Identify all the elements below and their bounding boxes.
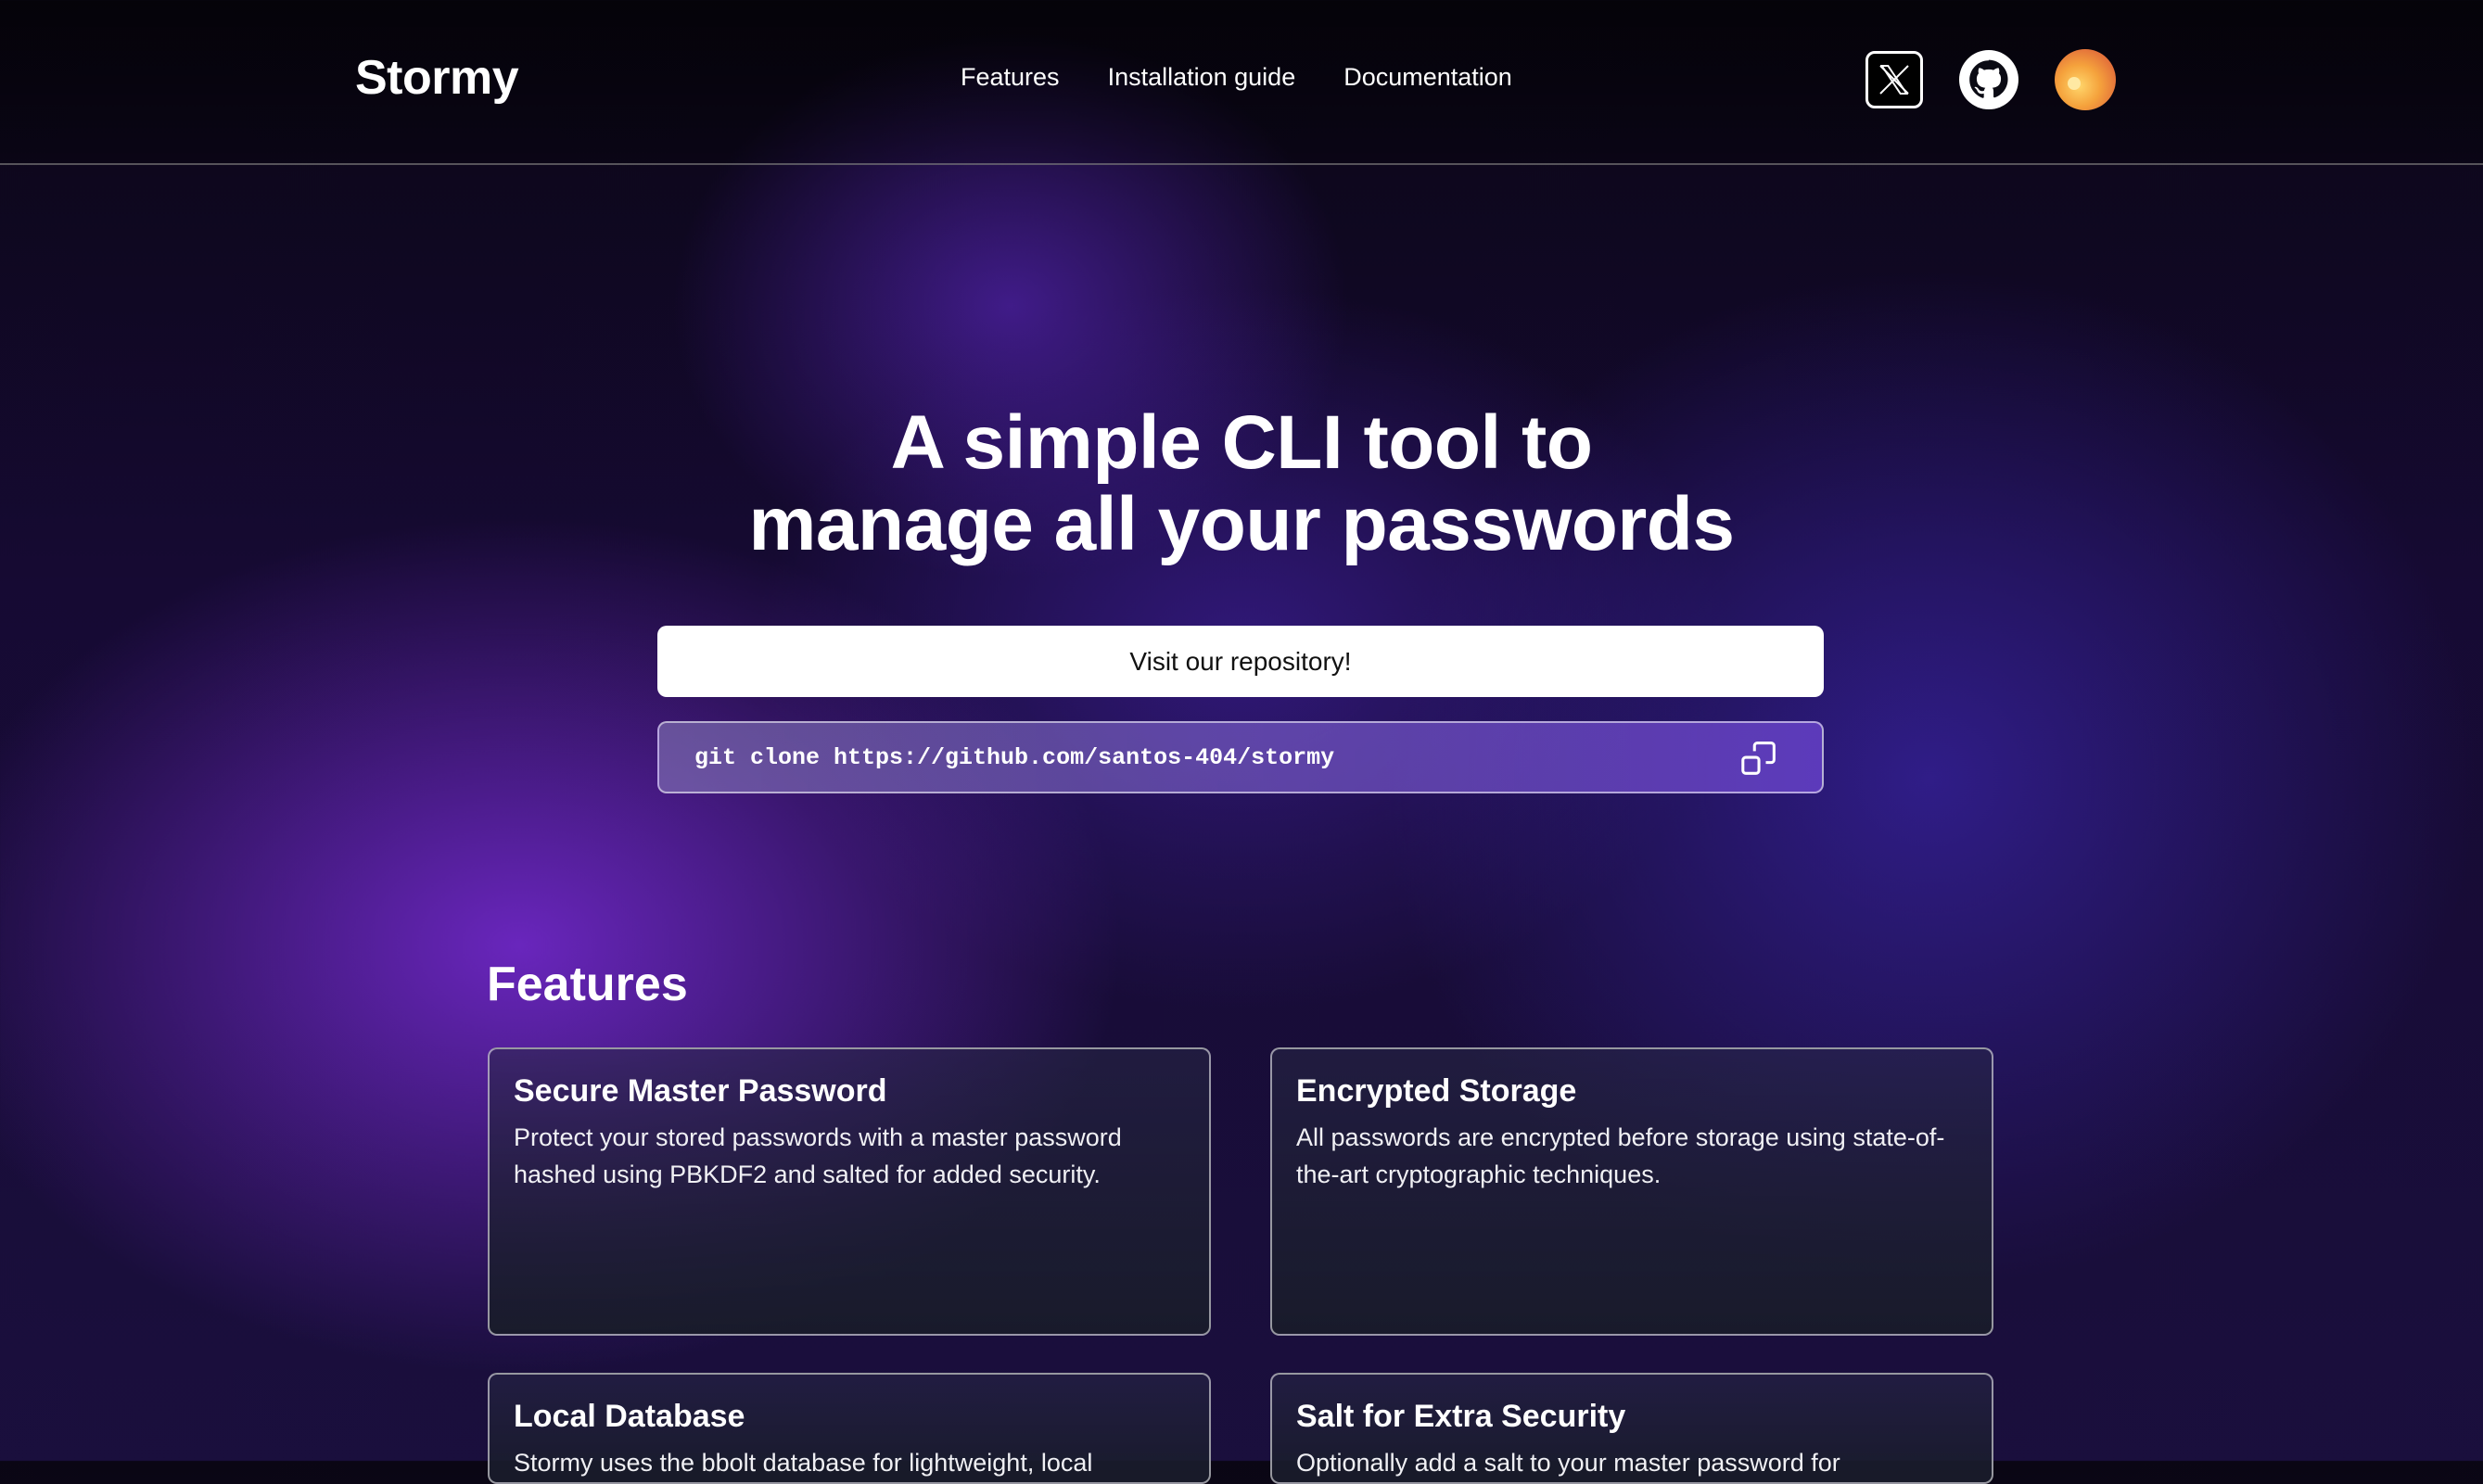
brand-logo[interactable]: Stormy bbox=[355, 50, 519, 106]
nav-link-installation-guide[interactable]: Installation guide bbox=[1108, 63, 1296, 92]
hero-title-line-2: manage all your passwords bbox=[748, 482, 1736, 566]
clone-command-box[interactable]: git clone https://github.com/santos-404/… bbox=[657, 721, 1824, 793]
avatar[interactable] bbox=[2055, 49, 2116, 110]
navbar: Stormy Features Installation guide Docum… bbox=[0, 0, 2483, 165]
hero-title-line-1: A simple CLI tool to bbox=[890, 400, 1593, 485]
visit-repository-button[interactable]: Visit our repository! bbox=[657, 626, 1824, 697]
nav-icons bbox=[1865, 49, 2116, 110]
feature-card-local-database: Local Database Stormy uses the bbolt dat… bbox=[488, 1373, 1211, 1484]
feature-card-description: Protect your stored passwords with a mas… bbox=[514, 1123, 1122, 1188]
feature-card-description: Optionally add a salt to your master pas… bbox=[1296, 1449, 1840, 1477]
feature-card-salt-extra-security: Salt for Extra Security Optionally add a… bbox=[1270, 1373, 1993, 1484]
x-twitter-icon[interactable] bbox=[1865, 51, 1923, 108]
nav-link-documentation[interactable]: Documentation bbox=[1343, 63, 1512, 92]
feature-card-description: All passwords are encrypted before stora… bbox=[1296, 1123, 1945, 1188]
nav-link-features[interactable]: Features bbox=[961, 63, 1060, 92]
feature-card-title: Secure Master Password bbox=[514, 1073, 887, 1109]
copy-icon[interactable] bbox=[1738, 738, 1781, 780]
feature-card-title: Local Database bbox=[514, 1399, 745, 1434]
feature-card-description: Stormy uses the bbolt database for light… bbox=[514, 1449, 1093, 1477]
clone-command-text[interactable]: git clone https://github.com/santos-404/… bbox=[694, 744, 1334, 771]
nav-links: Features Installation guide Documentatio… bbox=[961, 63, 1512, 92]
feature-card-encrypted-storage: Encrypted Storage All passwords are encr… bbox=[1270, 1047, 1993, 1336]
hero-title: A simple CLI tool to manage all your pas… bbox=[0, 402, 2483, 565]
feature-card-secure-master-password: Secure Master Password Protect your stor… bbox=[488, 1047, 1211, 1336]
feature-card-title: Encrypted Storage bbox=[1296, 1073, 1577, 1109]
feature-card-title: Salt for Extra Security bbox=[1296, 1399, 1626, 1434]
github-icon[interactable] bbox=[1958, 49, 2019, 110]
features-heading: Features bbox=[487, 958, 688, 1011]
